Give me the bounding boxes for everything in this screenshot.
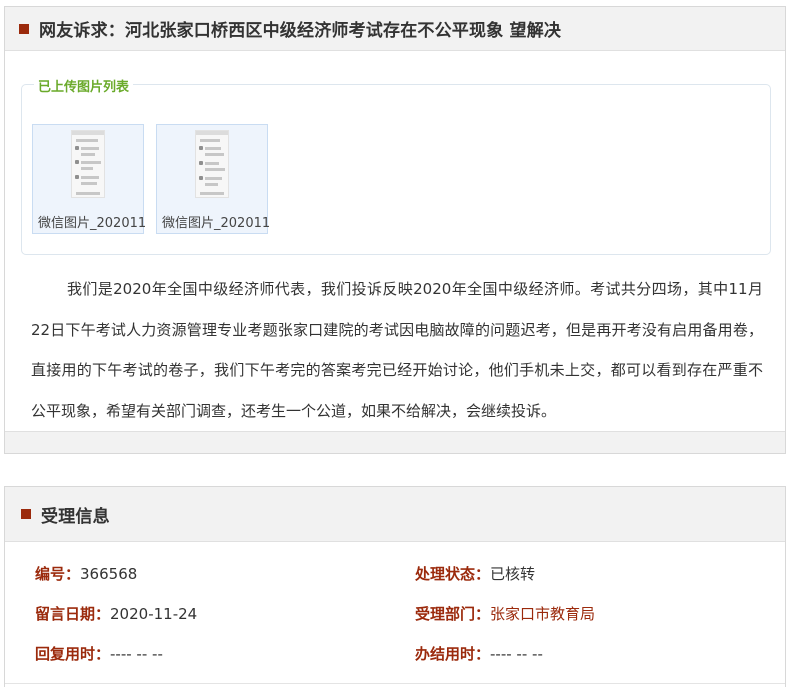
- complaint-panel: 网友诉求：河北张家口桥西区中级经济师考试存在不公平现象 望解决 已上传图片列表 …: [4, 6, 786, 454]
- field-finish-time-value: ---- -- --: [490, 645, 543, 663]
- image-thumbnail[interactable]: 微信图片_202011: [32, 124, 146, 234]
- square-bullet-icon: [19, 23, 29, 34]
- field-status-label: 处理状态：: [415, 565, 491, 583]
- field-department: 受理部门：张家口市教育局: [415, 603, 595, 624]
- complaint-footer: [5, 431, 785, 453]
- complaint-body-text: 我们是2020年全国中级经济师代表，我们投诉反映2020年全国中级经济师。考试共…: [31, 280, 763, 420]
- field-department-label: 受理部门：: [415, 605, 491, 623]
- info-header: 受理信息: [5, 487, 785, 542]
- field-reply-time: 回复用时：---- -- --: [35, 643, 163, 664]
- field-reply-time-value: ---- -- --: [110, 645, 163, 663]
- field-date: 留言日期：2020-11-24: [35, 603, 197, 624]
- complaint-header: 网友诉求：河北张家口桥西区中级经济师考试存在不公平现象 望解决: [5, 7, 785, 51]
- field-date-label: 留言日期：: [35, 605, 111, 623]
- field-finish-time: 办结用时：---- -- --: [415, 643, 543, 664]
- field-reply-time-label: 回复用时：: [35, 645, 111, 663]
- uploaded-images-box: 已上传图片列表 微信图片_202011 微信图片_202011: [21, 76, 771, 255]
- image-caption[interactable]: 微信图片_202011: [162, 212, 270, 231]
- info-panel: 受理信息 编号：366568 处理状态：已核转 留言日期：2020-11-24 …: [4, 486, 786, 687]
- chat-screenshot-image[interactable]: [71, 130, 105, 198]
- field-number: 编号：366568: [35, 563, 137, 584]
- info-title: 受理信息: [41, 506, 110, 527]
- complaint-title: 网友诉求：河北张家口桥西区中级经济师考试存在不公平现象 望解决: [39, 21, 562, 41]
- image-caption[interactable]: 微信图片_202011: [38, 212, 146, 231]
- image-thumbnail[interactable]: 微信图片_202011: [156, 124, 270, 234]
- uploaded-images-legend: 已上传图片列表: [34, 76, 134, 95]
- field-status: 处理状态：已核转: [415, 563, 535, 584]
- field-number-label: 编号：: [35, 565, 81, 583]
- chat-screenshot-image[interactable]: [195, 130, 229, 198]
- info-divider: [5, 683, 785, 684]
- field-number-value: 366568: [80, 565, 138, 583]
- square-bullet-icon: [21, 509, 31, 519]
- field-department-link[interactable]: 张家口市教育局: [490, 605, 595, 623]
- field-status-value: 已核转: [490, 565, 536, 583]
- field-finish-time-label: 办结用时：: [415, 645, 491, 663]
- field-date-value: 2020-11-24: [110, 605, 198, 623]
